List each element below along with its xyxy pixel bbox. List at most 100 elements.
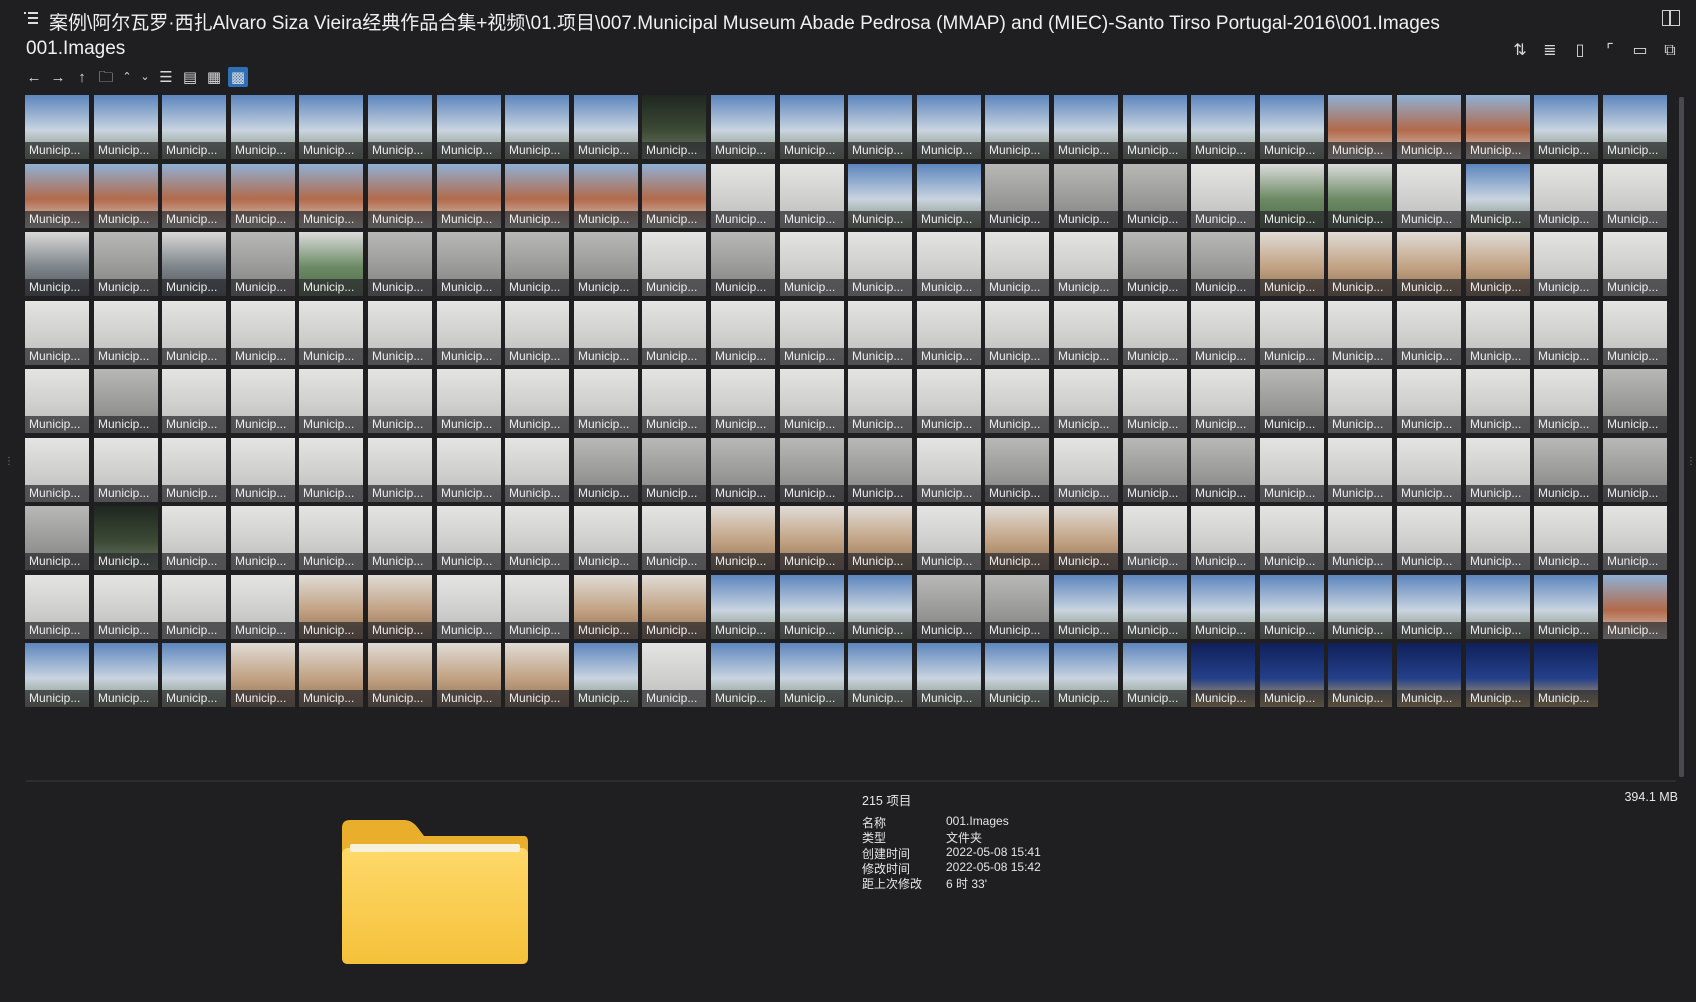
image-thumbnail[interactable]: Municip... <box>1534 232 1598 296</box>
image-thumbnail[interactable]: Municip... <box>780 301 844 365</box>
image-thumbnail[interactable]: Municip... <box>368 95 432 159</box>
image-thumbnail[interactable]: Municip... <box>162 301 226 365</box>
image-thumbnail[interactable]: Municip... <box>1397 95 1461 159</box>
image-thumbnail[interactable]: Municip... <box>231 369 295 433</box>
view-list-icon[interactable]: ☰ <box>156 67 176 87</box>
image-thumbnail[interactable]: Municip... <box>299 369 363 433</box>
image-thumbnail[interactable]: Municip... <box>1397 369 1461 433</box>
image-thumbnail[interactable]: Municip... <box>711 643 775 707</box>
image-thumbnail[interactable]: Municip... <box>711 301 775 365</box>
image-thumbnail[interactable]: Municip... <box>162 438 226 502</box>
image-thumbnail[interactable]: Municip... <box>25 506 89 570</box>
image-thumbnail[interactable]: Municip... <box>299 164 363 228</box>
image-thumbnail[interactable]: Municip... <box>848 369 912 433</box>
image-thumbnail[interactable]: Municip... <box>25 369 89 433</box>
image-thumbnail[interactable]: Municip... <box>1260 643 1324 707</box>
image-thumbnail[interactable]: Municip... <box>1603 301 1667 365</box>
image-thumbnail[interactable]: Municip... <box>985 438 1049 502</box>
back-icon[interactable]: ← <box>24 67 44 87</box>
image-thumbnail[interactable]: Municip... <box>642 369 706 433</box>
image-thumbnail[interactable]: Municip... <box>368 643 432 707</box>
image-thumbnail[interactable]: Municip... <box>231 232 295 296</box>
image-thumbnail[interactable]: Municip... <box>299 301 363 365</box>
image-thumbnail[interactable]: Municip... <box>94 164 158 228</box>
image-thumbnail[interactable]: Municip... <box>780 232 844 296</box>
image-thumbnail[interactable]: Municip... <box>1328 438 1392 502</box>
image-thumbnail[interactable]: Municip... <box>231 643 295 707</box>
image-thumbnail[interactable]: Municip... <box>437 232 501 296</box>
image-thumbnail[interactable]: Municip... <box>1397 643 1461 707</box>
address-path[interactable]: 案例\阿尔瓦罗·西扎Alvaro Siza Vieira经典作品合集+视频\01… <box>49 8 1440 35</box>
image-thumbnail[interactable]: Municip... <box>25 95 89 159</box>
image-thumbnail[interactable]: Municip... <box>574 164 638 228</box>
image-thumbnail[interactable]: Municip... <box>780 438 844 502</box>
image-thumbnail[interactable]: Municip... <box>1466 301 1530 365</box>
image-thumbnail[interactable]: Municip... <box>917 438 981 502</box>
image-thumbnail[interactable]: Municip... <box>985 301 1049 365</box>
image-thumbnail[interactable]: Municip... <box>917 506 981 570</box>
image-thumbnail[interactable]: Municip... <box>711 506 775 570</box>
image-thumbnail[interactable]: Municip... <box>917 164 981 228</box>
image-thumbnail[interactable]: Municip... <box>1603 438 1667 502</box>
image-thumbnail[interactable]: Municip... <box>1260 301 1324 365</box>
image-thumbnail[interactable]: Municip... <box>299 438 363 502</box>
image-thumbnail[interactable]: Municip... <box>1191 95 1255 159</box>
image-thumbnail[interactable]: Municip... <box>848 232 912 296</box>
image-thumbnail[interactable]: Municip... <box>711 575 775 639</box>
image-thumbnail[interactable]: Municip... <box>1466 369 1530 433</box>
pane-divider[interactable] <box>26 780 1676 782</box>
image-thumbnail[interactable]: Municip... <box>299 506 363 570</box>
image-thumbnail[interactable]: Municip... <box>437 369 501 433</box>
image-thumbnail[interactable]: Municip... <box>94 369 158 433</box>
image-thumbnail[interactable]: Municip... <box>1466 643 1530 707</box>
image-thumbnail[interactable]: Municip... <box>437 301 501 365</box>
image-thumbnail[interactable]: Municip... <box>642 438 706 502</box>
folder-icon[interactable]: 🗀 <box>96 67 116 87</box>
image-thumbnail[interactable]: Municip... <box>1260 506 1324 570</box>
image-thumbnail[interactable]: Municip... <box>848 643 912 707</box>
image-thumbnail[interactable]: Municip... <box>574 506 638 570</box>
image-thumbnail[interactable]: Municip... <box>1603 369 1667 433</box>
image-thumbnail[interactable]: Municip... <box>505 643 569 707</box>
view-tiles-icon[interactable]: ▦ <box>204 67 224 87</box>
image-thumbnail[interactable]: Municip... <box>1603 95 1667 159</box>
sort-ascending-icon[interactable]: ⌃ <box>120 67 134 87</box>
image-thumbnail[interactable]: Municip... <box>917 575 981 639</box>
image-thumbnail[interactable]: Municip... <box>299 575 363 639</box>
image-thumbnail[interactable]: Municip... <box>1397 438 1461 502</box>
new-file-icon[interactable]: ▯ <box>1570 40 1590 62</box>
view-thumbnails-icon[interactable]: ▩ <box>228 67 248 87</box>
image-thumbnail[interactable]: Municip... <box>1466 506 1530 570</box>
image-thumbnail[interactable]: Municip... <box>985 95 1049 159</box>
image-thumbnail[interactable]: Municip... <box>642 301 706 365</box>
image-thumbnail[interactable]: Municip... <box>917 95 981 159</box>
image-thumbnail[interactable]: Municip... <box>642 575 706 639</box>
forward-icon[interactable]: → <box>48 67 68 87</box>
image-thumbnail[interactable]: Municip... <box>162 164 226 228</box>
image-thumbnail[interactable]: Municip... <box>1123 643 1187 707</box>
image-thumbnail[interactable]: Municip... <box>1191 506 1255 570</box>
image-thumbnail[interactable]: Municip... <box>437 438 501 502</box>
image-thumbnail[interactable]: Municip... <box>94 643 158 707</box>
image-thumbnail[interactable]: Municip... <box>25 575 89 639</box>
image-thumbnail[interactable]: Municip... <box>505 95 569 159</box>
image-thumbnail[interactable]: Municip... <box>437 506 501 570</box>
scrollbar-thumb[interactable] <box>1679 97 1684 777</box>
image-thumbnail[interactable]: Municip... <box>1191 369 1255 433</box>
up-icon[interactable]: ↑ <box>72 67 92 87</box>
image-thumbnail[interactable]: Municip... <box>642 643 706 707</box>
image-thumbnail[interactable]: Municip... <box>231 575 295 639</box>
image-thumbnail[interactable]: Municip... <box>1534 506 1598 570</box>
image-thumbnail[interactable]: Municip... <box>1534 301 1598 365</box>
image-thumbnail[interactable]: Municip... <box>574 438 638 502</box>
image-thumbnail[interactable]: Municip... <box>162 643 226 707</box>
image-thumbnail[interactable]: Municip... <box>505 506 569 570</box>
image-thumbnail[interactable]: Municip... <box>1054 164 1118 228</box>
image-thumbnail[interactable]: Municip... <box>368 575 432 639</box>
image-thumbnail[interactable]: Municip... <box>299 232 363 296</box>
image-thumbnail[interactable]: Municip... <box>1534 575 1598 639</box>
image-thumbnail[interactable]: Municip... <box>299 95 363 159</box>
image-thumbnail[interactable]: Municip... <box>25 164 89 228</box>
menu-icon[interactable] <box>24 12 38 24</box>
image-thumbnail[interactable]: Municip... <box>505 301 569 365</box>
